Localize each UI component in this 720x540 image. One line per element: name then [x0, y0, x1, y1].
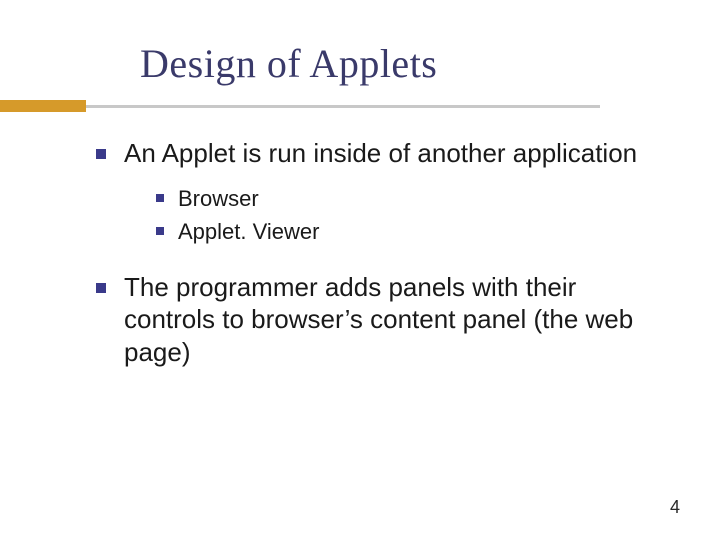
bullet-item: An Applet is run inside of another appli…	[90, 137, 640, 247]
slide-title: Design of Applets	[140, 40, 660, 87]
sub-bullet-item: Applet. Viewer	[152, 217, 640, 247]
rule-accent	[0, 100, 86, 112]
rule-gray	[0, 105, 600, 108]
sub-bullet-text: Applet. Viewer	[178, 219, 319, 244]
sub-bullet-text: Browser	[178, 186, 259, 211]
slide-content: An Applet is run inside of another appli…	[90, 137, 640, 368]
slide: Design of Applets An Applet is run insid…	[0, 0, 720, 540]
bullet-text: The programmer adds panels with their co…	[124, 272, 633, 367]
page-number: 4	[670, 497, 680, 518]
sub-bullet-list: Browser Applet. Viewer	[152, 184, 640, 247]
bullet-text: An Applet is run inside of another appli…	[124, 138, 637, 168]
bullet-list: An Applet is run inside of another appli…	[90, 137, 640, 368]
title-wrap: Design of Applets	[140, 40, 660, 87]
bullet-item: The programmer adds panels with their co…	[90, 271, 640, 369]
sub-bullet-item: Browser	[152, 184, 640, 214]
